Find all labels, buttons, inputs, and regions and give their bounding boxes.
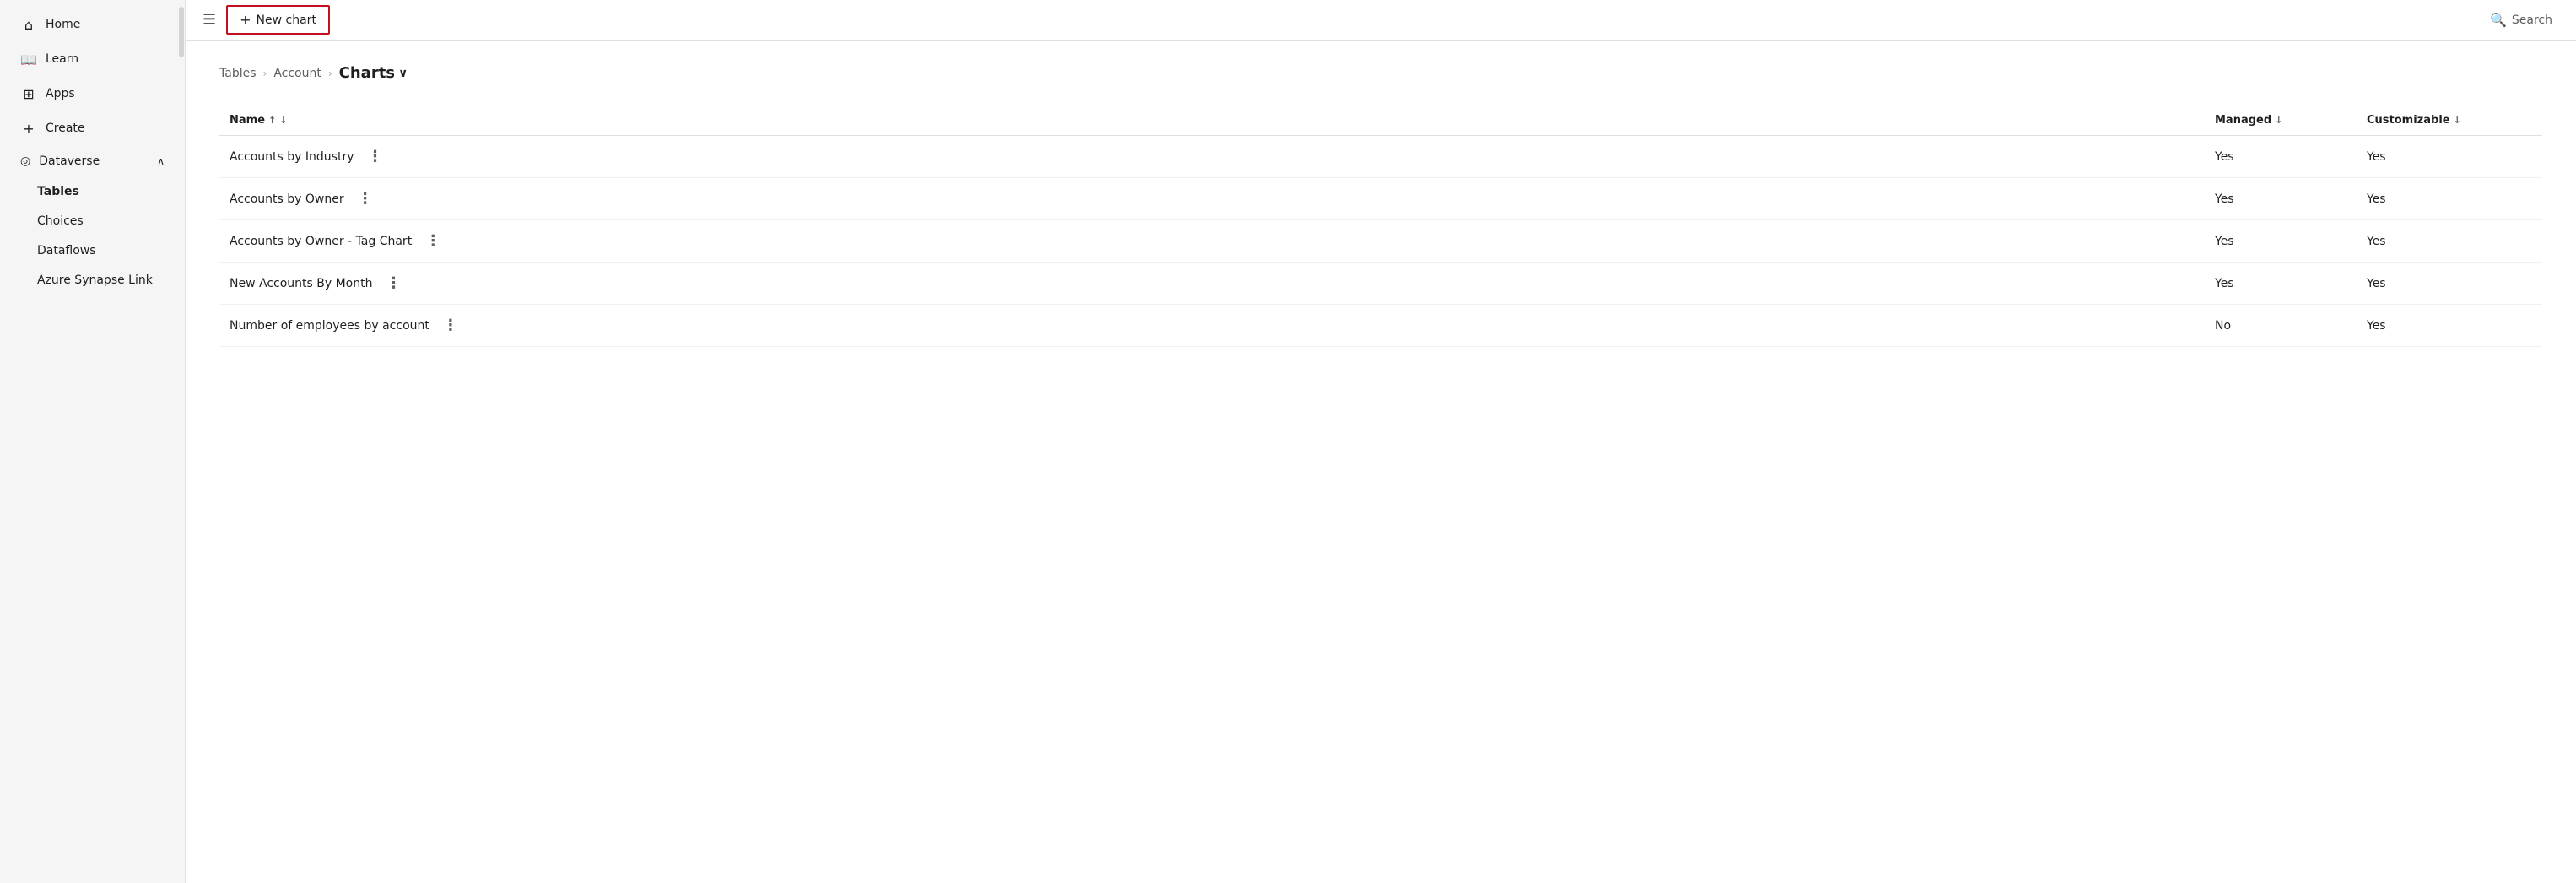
row-name: Number of employees by account bbox=[230, 319, 429, 333]
sidebar-create-label: Create bbox=[46, 122, 85, 135]
breadcrumb-tables-link[interactable]: Tables bbox=[219, 67, 257, 80]
table-row: Accounts by Industry ⋮ YesYes bbox=[219, 136, 2542, 178]
table-row: Accounts by Owner ⋮ YesYes bbox=[219, 178, 2542, 220]
row-managed-cell: Yes bbox=[2205, 220, 2357, 263]
row-name-cell: New Accounts By Month ⋮ bbox=[219, 263, 2205, 305]
col-customizable-sort-icon[interactable]: ↓ bbox=[2454, 115, 2461, 126]
col-name-sort-asc-icon[interactable]: ↑ bbox=[268, 115, 276, 126]
sidebar-sub-tables-label: Tables bbox=[37, 185, 79, 198]
col-name-sort-desc-icon[interactable]: ↓ bbox=[279, 115, 287, 126]
new-chart-plus-icon: + bbox=[240, 12, 251, 28]
sidebar-home-label: Home bbox=[46, 18, 80, 31]
main-wrapper: ☰ + New chart 🔍 Search Tables › Account … bbox=[186, 0, 2576, 883]
row-customizable-cell: Yes bbox=[2357, 136, 2542, 178]
breadcrumb-sep-2: › bbox=[328, 68, 332, 79]
row-name: Accounts by Owner - Tag Chart bbox=[230, 235, 412, 248]
row-managed-cell: Yes bbox=[2205, 263, 2357, 305]
sidebar-item-create[interactable]: + Create bbox=[5, 111, 180, 145]
row-name-cell: Accounts by Industry ⋮ bbox=[219, 136, 2205, 178]
charts-table: Name ↑ ↓ Managed ↓ Customizable bbox=[219, 106, 2542, 347]
table-row: Accounts by Owner - Tag Chart ⋮ YesYes bbox=[219, 220, 2542, 263]
row-name-cell: Number of employees by account ⋮ bbox=[219, 305, 2205, 347]
new-chart-button[interactable]: + New chart bbox=[226, 5, 330, 35]
breadcrumb-dropdown-icon[interactable]: ∨ bbox=[398, 67, 408, 80]
learn-icon: 📖 bbox=[20, 51, 37, 68]
row-managed-cell: Yes bbox=[2205, 136, 2357, 178]
row-actions-button[interactable]: ⋮ bbox=[360, 146, 390, 167]
search-label: Search bbox=[2512, 14, 2552, 27]
breadcrumb: Tables › Account › Charts ∨ bbox=[219, 64, 2542, 82]
sidebar-sub-item-azure[interactable]: Azure Synapse Link bbox=[22, 266, 180, 295]
sidebar-sub-item-tables[interactable]: Tables bbox=[22, 177, 180, 206]
table-header-row: Name ↑ ↓ Managed ↓ Customizable bbox=[219, 106, 2542, 136]
apps-icon: ⊞ bbox=[20, 85, 37, 102]
sidebar: ⌂ Home 📖 Learn ⊞ Apps + Create ◎ Dataver… bbox=[0, 0, 186, 883]
row-managed-cell: No bbox=[2205, 305, 2357, 347]
row-actions-button[interactable]: ⋮ bbox=[436, 315, 466, 336]
col-header-managed: Managed ↓ bbox=[2205, 106, 2357, 136]
breadcrumb-charts-label: Charts bbox=[339, 64, 395, 82]
row-customizable-cell: Yes bbox=[2357, 220, 2542, 263]
col-managed-label: Managed bbox=[2215, 114, 2271, 127]
sidebar-apps-label: Apps bbox=[46, 87, 75, 100]
sidebar-item-home[interactable]: ⌂ Home bbox=[5, 8, 180, 41]
table-row: New Accounts By Month ⋮ YesYes bbox=[219, 263, 2542, 305]
row-name: New Accounts By Month bbox=[230, 277, 372, 290]
toolbar: ☰ + New chart 🔍 Search bbox=[186, 0, 2576, 41]
sidebar-sub-choices-label: Choices bbox=[37, 214, 84, 228]
row-actions-button[interactable]: ⋮ bbox=[379, 273, 408, 294]
new-chart-label: New chart bbox=[257, 14, 316, 27]
row-name-cell: Accounts by Owner - Tag Chart ⋮ bbox=[219, 220, 2205, 263]
col-header-customizable: Customizable ↓ bbox=[2357, 106, 2542, 136]
search-icon: 🔍 bbox=[2490, 12, 2507, 28]
sidebar-item-dataverse[interactable]: ◎ Dataverse ∧ bbox=[5, 146, 180, 176]
breadcrumb-current: Charts ∨ bbox=[339, 64, 408, 82]
sidebar-sub-dataflows-label: Dataflows bbox=[37, 244, 96, 257]
hamburger-menu-icon[interactable]: ☰ bbox=[199, 8, 219, 32]
content-area: Tables › Account › Charts ∨ Name ↑ ↓ bbox=[186, 41, 2576, 883]
col-managed-sort-icon[interactable]: ↓ bbox=[2275, 115, 2282, 126]
row-customizable-cell: Yes bbox=[2357, 263, 2542, 305]
col-header-name: Name ↑ ↓ bbox=[219, 106, 2205, 136]
home-icon: ⌂ bbox=[20, 16, 37, 33]
row-actions-button[interactable]: ⋮ bbox=[351, 188, 381, 209]
row-actions-button[interactable]: ⋮ bbox=[419, 230, 448, 252]
dataverse-chevron-icon: ∧ bbox=[157, 155, 165, 167]
sidebar-sub-item-choices[interactable]: Choices bbox=[22, 207, 180, 236]
row-managed-cell: Yes bbox=[2205, 178, 2357, 220]
sidebar-sub-azure-label: Azure Synapse Link bbox=[37, 274, 153, 287]
row-name-cell: Accounts by Owner ⋮ bbox=[219, 178, 2205, 220]
toolbar-right: 🔍 Search bbox=[2480, 7, 2562, 33]
breadcrumb-sep-1: › bbox=[263, 68, 267, 79]
row-customizable-cell: Yes bbox=[2357, 178, 2542, 220]
col-name-label: Name bbox=[230, 114, 265, 127]
col-customizable-label: Customizable bbox=[2367, 114, 2450, 127]
sidebar-sub-item-dataflows[interactable]: Dataflows bbox=[22, 236, 180, 265]
dataverse-icon: ◎ bbox=[20, 154, 30, 168]
toolbar-left: ☰ + New chart bbox=[199, 5, 330, 35]
table-row: Number of employees by account ⋮ NoYes bbox=[219, 305, 2542, 347]
row-name: Accounts by Owner bbox=[230, 192, 344, 206]
sidebar-item-learn[interactable]: 📖 Learn bbox=[5, 42, 180, 76]
row-name: Accounts by Industry bbox=[230, 150, 354, 164]
breadcrumb-account-link[interactable]: Account bbox=[273, 67, 321, 80]
create-icon: + bbox=[20, 120, 37, 137]
search-button[interactable]: 🔍 Search bbox=[2480, 7, 2562, 33]
row-customizable-cell: Yes bbox=[2357, 305, 2542, 347]
sidebar-item-apps[interactable]: ⊞ Apps bbox=[5, 77, 180, 111]
sidebar-dataverse-label: Dataverse bbox=[39, 154, 100, 168]
dataverse-sub-nav: Tables Choices Dataflows Azure Synapse L… bbox=[0, 177, 185, 295]
table-body: Accounts by Industry⋮YesYesAccounts by O… bbox=[219, 136, 2542, 347]
sidebar-learn-label: Learn bbox=[46, 52, 78, 66]
